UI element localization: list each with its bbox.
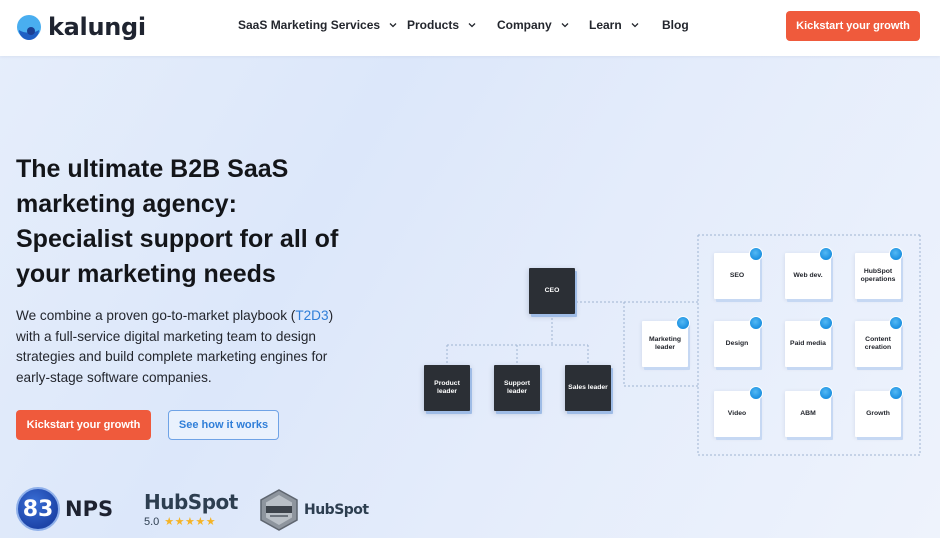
menu-item-label: Company <box>497 18 552 32</box>
seo-node: SEO <box>714 253 760 299</box>
t2d3-link[interactable]: T2D3 <box>295 308 328 323</box>
video-node: Video <box>714 391 760 437</box>
hero-headline: The ultimate B2B SaaS marketing agency: … <box>16 152 376 292</box>
hubspot-operations-node: HubSpot operations <box>855 253 901 299</box>
headline-line: Specialist support for all of <box>16 225 339 253</box>
brand-name: kalungi <box>48 13 146 41</box>
paid-media-node: Paid media <box>785 321 831 367</box>
star-rating-icon: ★★★★★ <box>164 516 217 528</box>
hubspot-rating-badge: HubSpot 5.0 ★★★★★ <box>144 490 238 529</box>
menu-item-company[interactable]: Company <box>497 18 570 32</box>
platinum-hexagon-icon <box>260 489 298 531</box>
menu-item-blog[interactable]: Blog <box>662 18 689 32</box>
menu-item-label: Blog <box>662 18 689 32</box>
abm-node: ABM <box>785 391 831 437</box>
menu-item-products[interactable]: Products <box>407 18 477 32</box>
menu-item-label: Learn <box>589 18 622 32</box>
product-leader-node: Product leader <box>424 365 470 411</box>
nps-label: NPS <box>65 497 114 521</box>
description-line: with a full-service digital marketing te… <box>16 328 316 344</box>
web-dev-node: Web dev. <box>785 253 831 299</box>
chevron-down-icon <box>631 23 639 28</box>
content-creation-node: Content creation <box>855 321 901 367</box>
kickstart-growth-nav-button[interactable]: Kickstart your growth <box>786 11 920 41</box>
headline-line: marketing agency: <box>16 190 237 218</box>
ceo-node: CEO <box>529 268 575 314</box>
headline-line: The ultimate B2B SaaS <box>16 155 289 183</box>
hero-description: We combine a proven go-to-market playboo… <box>16 306 356 388</box>
design-node: Design <box>714 321 760 367</box>
growth-node: Growth <box>855 391 901 437</box>
description-line: We combine a proven go-to-market playboo… <box>16 306 356 327</box>
rating-value: 5.0 <box>144 515 160 528</box>
rating-row: 5.0 ★★★★★ <box>144 515 230 529</box>
chevron-down-icon <box>389 23 397 28</box>
sales-leader-node: Sales leader <box>565 365 611 411</box>
description-line: early-stage software companies. <box>16 369 212 385</box>
menu-item-label: Products <box>407 18 460 32</box>
chevron-down-icon <box>468 23 476 28</box>
headline-line: your marketing needs <box>16 260 276 288</box>
support-leader-node: Support leader <box>494 365 540 411</box>
kickstart-growth-button[interactable]: Kickstart your growth <box>16 410 151 440</box>
nps-score: 83 <box>16 487 60 531</box>
kalungi-logo[interactable]: kalungi <box>16 12 146 42</box>
hubspot-logo: HubSpot <box>304 502 369 518</box>
hubspot-logo: HubSpot <box>144 490 238 514</box>
hubspot-platinum-partner-badge: HubSpot <box>259 489 369 531</box>
description-text: ) <box>328 308 334 323</box>
nps-badge: 83 NPS <box>16 487 113 531</box>
description-line: strategies and build complete marketing … <box>16 349 328 364</box>
marketing-leader-node: Marketing leader <box>642 321 688 367</box>
top-navigation: kalungi SaaS Marketing Services Products… <box>0 0 940 56</box>
see-how-it-works-button[interactable]: See how it works <box>168 410 279 440</box>
chevron-down-icon <box>561 23 569 28</box>
description-text: We combine a proven go-to-market playboo… <box>16 308 296 323</box>
menu-item-learn[interactable]: Learn <box>589 18 640 32</box>
kalungi-logo-icon <box>16 14 42 40</box>
menu-item-saas-marketing-services[interactable]: SaaS Marketing Services <box>238 18 398 32</box>
menu-item-label: SaaS Marketing Services <box>238 18 381 32</box>
